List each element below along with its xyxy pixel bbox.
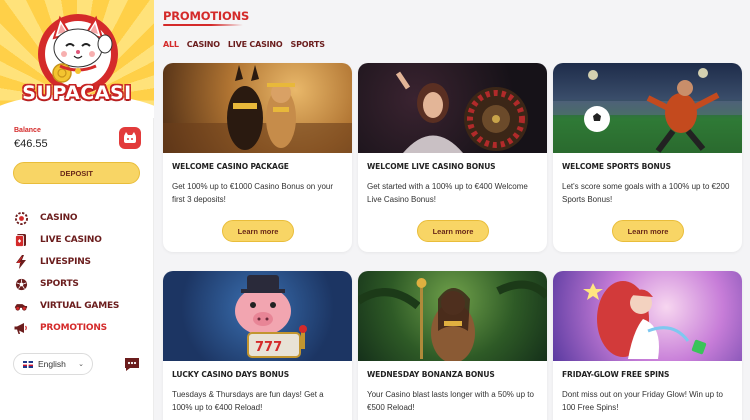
deposit-button[interactable]: DEPOSIT xyxy=(13,162,140,184)
promo-card[interactable]: WEDNESDAY BONANZA BONUS Your Casino blas… xyxy=(358,271,547,420)
jungle-warrior-banner xyxy=(358,271,547,361)
megaphone-icon xyxy=(14,321,28,335)
learn-more-button[interactable]: Learn more xyxy=(612,220,684,242)
nav-item-live-casino[interactable]: LIVE CASINO xyxy=(14,229,144,251)
nav-label-promotions: PROMOTIONS xyxy=(40,323,107,333)
promo-description: Tuesdays & Thursdays are fun days! Get a… xyxy=(172,390,324,412)
lightning-icon xyxy=(14,255,28,269)
language-selector[interactable]: English ⌄ xyxy=(13,353,93,375)
live-cards-icon xyxy=(14,233,28,247)
promo-description: Dont miss out on your Friday Glow! Win u… xyxy=(562,390,723,412)
filter-tab-all[interactable]: ALL xyxy=(163,40,179,49)
title-underline xyxy=(163,24,243,26)
promo-card[interactable]: WELCOME SPORTS BONUS Let's score some go… xyxy=(553,63,742,252)
filter-tab-sports[interactable]: SPORTS xyxy=(291,40,325,49)
filter-tab-casino[interactable]: CASINO xyxy=(187,40,220,49)
filter-tab-live-casino[interactable]: LIVE CASINO xyxy=(228,40,283,49)
nav-label-live-casino: LIVE CASINO xyxy=(40,235,102,245)
svg-text:777: 777 xyxy=(255,340,282,355)
race-car-icon xyxy=(14,299,28,313)
nav-item-virtual-games[interactable]: VIRTUAL GAMES xyxy=(14,295,144,317)
cat-wallet-icon xyxy=(124,132,136,143)
learn-more-button[interactable]: Learn more xyxy=(222,220,294,242)
nav-label-virtual-games: VIRTUAL GAMES xyxy=(40,301,120,311)
casino-chip-icon xyxy=(14,211,28,225)
promo-description: Your Casino blast lasts longer with a 50… xyxy=(367,390,534,412)
filter-tabs: ALL CASINO LIVE CASINO SPORTS xyxy=(163,40,325,49)
promo-card[interactable]: WELCOME LIVE CASINO BONUS Get started wi… xyxy=(358,63,547,252)
soccer-ball-icon xyxy=(14,277,28,291)
nav-label-livespins: LIVESPINS xyxy=(40,257,91,267)
language-label: English xyxy=(38,359,66,369)
main-nav: CASINO LIVE CASINO LIVESPINS SPORTS VIRT… xyxy=(14,207,144,339)
promo-title: LUCKY CASINO DAYS BONUS xyxy=(172,370,290,379)
chevron-down-icon: ⌄ xyxy=(78,361,84,368)
main-content: PROMOTIONS ALL CASINO LIVE CASINO SPORTS xyxy=(154,0,750,420)
promo-description: Get 100% up to €1000 Casino Bonus on you… xyxy=(172,182,333,204)
balance-label: Balance xyxy=(14,127,41,134)
promo-title: WELCOME SPORTS BONUS xyxy=(562,162,671,171)
promo-card[interactable]: WELCOME CASINO PACKAGE Get 100% up to €1… xyxy=(163,63,352,252)
nav-label-casino: CASINO xyxy=(40,213,78,223)
promo-card[interactable]: FRIDAY-GLOW FREE SPINS Dont miss out on … xyxy=(553,271,742,420)
promo-title: WELCOME CASINO PACKAGE xyxy=(172,162,289,171)
promo-title: WELCOME LIVE CASINO BONUS xyxy=(367,162,496,171)
pig-slot-banner: 777 xyxy=(163,271,352,361)
page-title: PROMOTIONS xyxy=(163,9,250,23)
live-dealer-banner xyxy=(358,63,547,153)
promo-description: Get started with a 100% up to €400 Welco… xyxy=(367,182,528,204)
promo-title: WEDNESDAY BONANZA BONUS xyxy=(367,370,495,379)
promo-card[interactable]: 777 LUCKY CASINO DAYS BONUS Tuesdays & T… xyxy=(163,271,352,420)
logo-text: SUPACASI xyxy=(22,82,132,104)
sidebar: SUPACASI Balance €46.55 DEPOSIT CASINO L… xyxy=(0,0,154,420)
football-stadium-banner xyxy=(553,63,742,153)
chat-button[interactable] xyxy=(123,356,140,372)
wallet-button[interactable] xyxy=(119,127,141,149)
uk-flag-icon xyxy=(23,360,33,368)
learn-more-button[interactable]: Learn more xyxy=(417,220,489,242)
fairy-princess-banner xyxy=(553,271,742,361)
nav-item-promotions[interactable]: PROMOTIONS xyxy=(14,317,144,339)
balance-value: €46.55 xyxy=(14,138,48,150)
app: SUPACASI Balance €46.55 DEPOSIT CASINO L… xyxy=(0,0,750,420)
egyptian-gods-banner xyxy=(163,63,352,153)
nav-item-livespins[interactable]: LIVESPINS xyxy=(14,251,144,273)
nav-item-sports[interactable]: SPORTS xyxy=(14,273,144,295)
nav-item-casino[interactable]: CASINO xyxy=(14,207,144,229)
promo-description: Let's score some goals with a 100% up to… xyxy=(562,182,730,204)
promo-title: FRIDAY-GLOW FREE SPINS xyxy=(562,370,670,379)
nav-label-sports: SPORTS xyxy=(40,279,79,289)
chat-icon xyxy=(124,357,139,371)
